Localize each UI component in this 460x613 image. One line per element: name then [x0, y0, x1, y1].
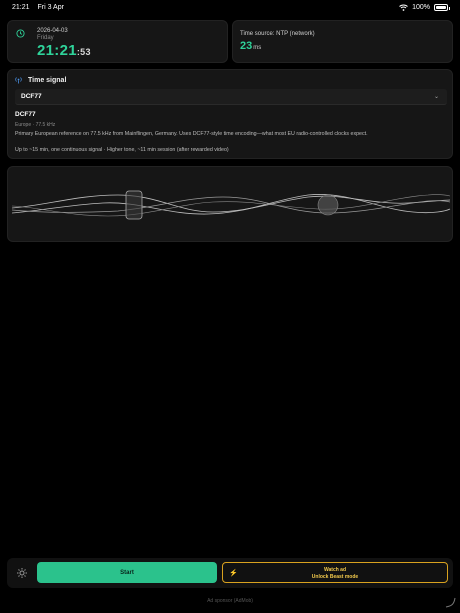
time-offset: 23ms [240, 40, 261, 52]
start-button[interactable]: Start [37, 562, 217, 583]
status-date: Fri 3 Apr [37, 4, 64, 11]
start-button-label: Start [120, 569, 134, 576]
clock-hm: 21:21 [37, 42, 77, 59]
signal-name: DCF77 [15, 111, 36, 118]
clock-seconds: :53 [76, 47, 91, 57]
time-offset-unit: ms [253, 45, 262, 51]
time-offset-value: 23 [240, 40, 253, 52]
unlock-beast-label: Unlock Beast mode [311, 574, 359, 580]
watch-ad-button[interactable]: ⚡ Watch ad Unlock Beast mode [222, 562, 448, 583]
signal-select[interactable]: DCF77 ⌄ [15, 89, 447, 105]
chevron-down-icon: ⌄ [433, 94, 439, 100]
time-signal-card: Time signal DCF77 ⌄ DCF77 Europe · 77.5 … [7, 69, 453, 159]
ad-sponsor-label: Ad sponsor (AdMob) [207, 598, 253, 604]
clock-time: 21:21:53 [37, 42, 91, 59]
resize-handle-icon[interactable] [444, 596, 456, 608]
waveform-visualizer [11, 190, 451, 220]
signal-description: Primary European reference on 77.5 kHz f… [15, 131, 368, 137]
clock-weekday: Friday [37, 35, 54, 41]
signal-session-info: Up to ~15 min, one continuous signal · H… [15, 147, 229, 153]
wifi-icon [399, 4, 408, 11]
signal-meta: Europe · 77.5 kHz [15, 122, 56, 128]
signal-dot [317, 194, 339, 216]
signal-select-value: DCF77 [21, 93, 42, 100]
battery-icon [434, 4, 450, 11]
time-source-card: Time source: NTP (network) 23ms [232, 20, 453, 63]
waveform-panel [7, 166, 453, 242]
antenna-icon [15, 77, 22, 84]
status-time: 21:21 [12, 4, 30, 11]
time-source-label: Time source: NTP (network) [240, 31, 315, 37]
time-signal-title: Time signal [28, 76, 67, 84]
time-signal-header: Time signal [14, 76, 66, 84]
clock-card: 2026-04-03 Friday 21:21:53 [7, 20, 228, 63]
clock-icon [16, 29, 25, 38]
status-bar: 21:21 Fri 3 Apr 100% [0, 0, 460, 16]
bottom-controls: Start ⚡ Watch ad Unlock Beast mode [7, 558, 453, 588]
gear-icon[interactable] [16, 567, 28, 579]
tone-indicator [125, 190, 143, 220]
battery-percent: 100% [412, 4, 430, 11]
watch-ad-label: Watch ad [323, 567, 347, 573]
clock-date: 2026-04-03 [37, 28, 68, 34]
